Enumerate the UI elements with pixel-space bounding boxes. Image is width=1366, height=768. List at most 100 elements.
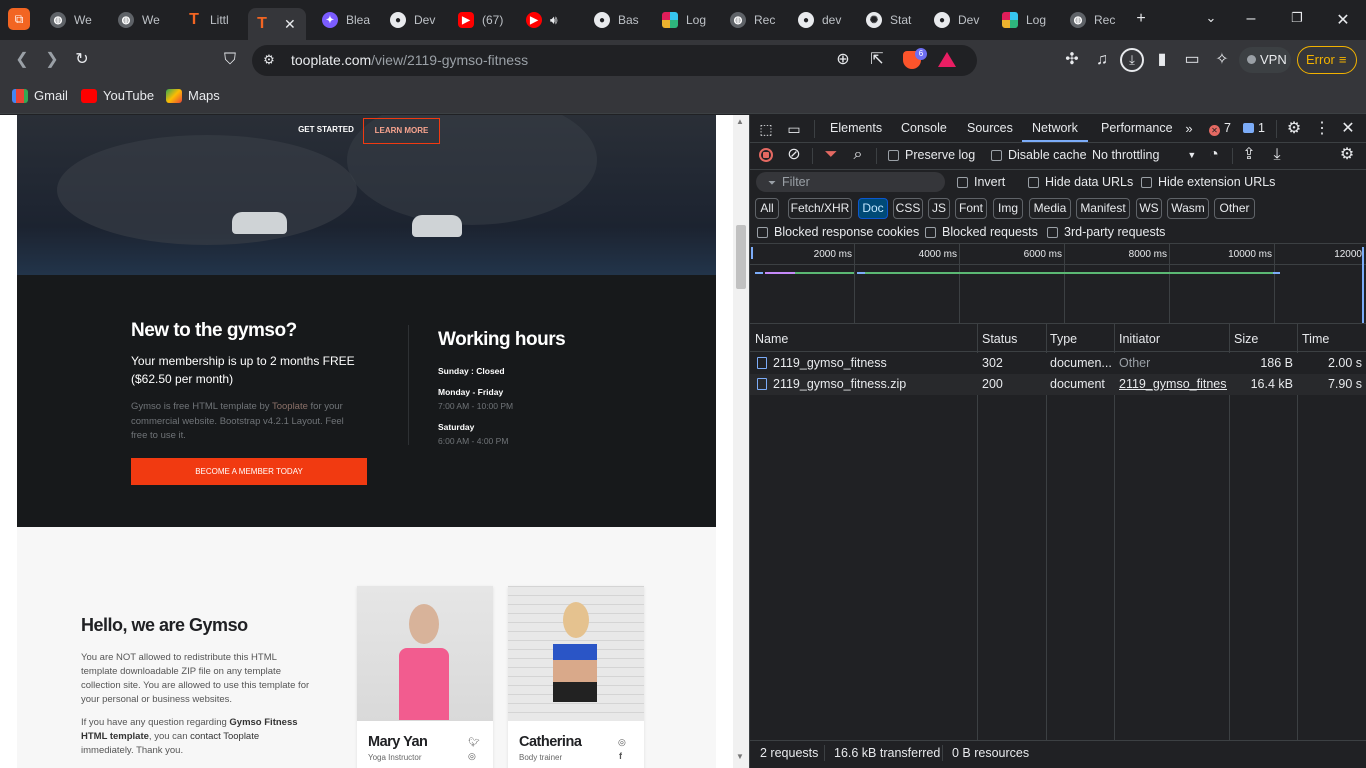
learn-more-button[interactable]: LEARN MORE: [363, 118, 440, 144]
filter-ws[interactable]: WS: [1136, 198, 1162, 219]
speaker-icon[interactable]: 🔊︎: [550, 13, 558, 28]
col-type[interactable]: Type: [1050, 332, 1077, 346]
col-name[interactable]: Name: [755, 332, 788, 346]
filter-fetch-xhr[interactable]: Fetch/XHR: [788, 198, 852, 219]
tab-14[interactable]: Log: [1002, 8, 1052, 32]
bookmark-youtube[interactable]: YouTube: [81, 88, 154, 103]
more-options-icon[interactable]: ⋮: [1313, 119, 1331, 139]
tab-search-chevron-icon[interactable]: ⌄: [1201, 10, 1221, 26]
minimize-icon[interactable]: –: [1241, 10, 1261, 28]
trainer-card-mary[interactable]: Mary Yan Yoga Instructor 🐦︎ ◎: [357, 586, 493, 768]
error-button[interactable]: Error ≡: [1297, 46, 1357, 74]
error-count[interactable]: ✕ 7: [1209, 121, 1231, 136]
extensions-icon[interactable]: ✣: [1062, 50, 1082, 70]
tab-4[interactable]: ✦ Blea: [322, 8, 372, 32]
downloads-icon[interactable]: ⤓: [1120, 48, 1144, 72]
page-scrollbar-thumb[interactable]: [736, 225, 746, 289]
hide-data-urls-checkbox[interactable]: Hide data URLs: [1028, 175, 1133, 189]
contact-tooplate-link[interactable]: contact Tooplate: [190, 731, 259, 742]
tab-sources[interactable]: Sources: [967, 121, 1013, 135]
bookmark-gmail[interactable]: Gmail: [12, 88, 68, 103]
search-icon[interactable]: ⌕: [849, 145, 867, 165]
filter-font[interactable]: Font: [955, 198, 987, 219]
tab-0[interactable]: ◍ We: [50, 8, 100, 32]
filter-doc[interactable]: Doc: [858, 198, 888, 219]
new-tab-icon[interactable]: +: [1131, 10, 1151, 28]
record-icon[interactable]: [759, 148, 773, 162]
blocked-cookies-checkbox[interactable]: Blocked response cookies: [757, 225, 919, 239]
settings-gear-icon[interactable]: ⚙: [1285, 119, 1303, 139]
hide-extension-urls-checkbox[interactable]: Hide extension URLs: [1141, 175, 1275, 189]
timeline-selection-left[interactable]: [751, 247, 753, 259]
tab-12[interactable]: ✺ Stat: [866, 8, 916, 32]
filter-input[interactable]: ⏷ Filter: [756, 172, 945, 192]
media-icon[interactable]: ♫: [1092, 50, 1112, 70]
filter-img[interactable]: Img: [993, 198, 1023, 219]
restore-icon[interactable]: ❐: [1287, 10, 1307, 26]
filter-js[interactable]: JS: [928, 198, 950, 219]
devtools-split-handle[interactable]: [749, 115, 750, 768]
tab-network[interactable]: Network: [1032, 121, 1078, 135]
tab-console[interactable]: Console: [901, 121, 947, 135]
close-window-icon[interactable]: ✕: [1333, 10, 1353, 30]
site-settings-icon[interactable]: ⚙: [259, 50, 279, 70]
tab-8[interactable]: ● Bas: [594, 8, 644, 32]
filter-media[interactable]: Media: [1029, 198, 1071, 219]
filter-manifest[interactable]: Manifest: [1076, 198, 1130, 219]
close-devtools-icon[interactable]: ✕: [1339, 119, 1357, 139]
blocked-requests-checkbox[interactable]: Blocked requests: [925, 225, 1038, 239]
tab-elements[interactable]: Elements: [830, 121, 882, 135]
network-conditions-icon[interactable]: ◔: [1205, 145, 1223, 165]
get-started-button[interactable]: GET STARTED: [284, 126, 368, 144]
tab-9[interactable]: Log: [662, 8, 712, 32]
tab-5[interactable]: ● Dev: [390, 8, 440, 32]
tab-1[interactable]: ◍ We: [118, 8, 168, 32]
disable-cache-checkbox[interactable]: Disable cache: [991, 148, 1087, 162]
tooplate-link[interactable]: Tooplate: [272, 401, 308, 412]
tab-11[interactable]: ● dev: [798, 8, 848, 32]
brave-rewards-icon[interactable]: [938, 52, 956, 67]
tab-performance[interactable]: Performance: [1101, 121, 1173, 135]
leo-ai-icon[interactable]: ✧: [1212, 50, 1232, 70]
vpn-button[interactable]: VPN: [1239, 47, 1291, 73]
forward-icon[interactable]: ❯: [42, 50, 62, 70]
brave-menu-icon[interactable]: ⧉: [8, 8, 30, 30]
invert-checkbox[interactable]: Invert: [957, 175, 1005, 189]
third-party-checkbox[interactable]: 3rd-party requests: [1047, 225, 1165, 239]
zoom-icon[interactable]: ⊕: [833, 50, 853, 70]
tab-2[interactable]: T Littl: [186, 8, 236, 32]
url-text[interactable]: tooplate.com/view/2119-gymso-fitness: [291, 52, 528, 68]
export-har-icon[interactable]: ⤓: [1268, 145, 1286, 165]
tab-3-active[interactable]: T ✕: [248, 8, 306, 40]
filter-wasm[interactable]: Wasm: [1167, 198, 1209, 219]
back-icon[interactable]: ❮: [12, 50, 32, 70]
tab-13[interactable]: ● Dev: [934, 8, 984, 32]
instagram-icon[interactable]: ◎: [468, 751, 476, 762]
trainer-card-catherina[interactable]: Catherina Body trainer ◎ f: [508, 586, 644, 768]
col-status[interactable]: Status: [982, 332, 1017, 346]
web-page-viewport[interactable]: GET STARTED LEARN MORE New to the gymso?…: [0, 115, 749, 768]
reload-icon[interactable]: ↻: [72, 50, 92, 70]
timeline-selection-right[interactable]: [1362, 247, 1364, 323]
filter-all[interactable]: All: [755, 198, 779, 219]
throttling-select[interactable]: No throttling ▼: [1092, 148, 1196, 162]
twitter-icon[interactable]: 🐦︎: [468, 737, 479, 748]
tab-15[interactable]: ◍ Rec: [1070, 8, 1120, 32]
scroll-up-icon[interactable]: ▲: [736, 117, 744, 126]
bookmark-icon[interactable]: ⛉: [220, 50, 240, 70]
scroll-down-icon[interactable]: ▼: [736, 752, 744, 761]
inspect-element-icon[interactable]: ⬚: [757, 119, 775, 139]
page-scrollbar[interactable]: [733, 115, 749, 768]
instagram-icon[interactable]: ◎: [618, 737, 626, 748]
col-initiator[interactable]: Initiator: [1119, 332, 1160, 346]
tab-6[interactable]: ▶ (67): [458, 8, 508, 32]
tab-close-icon[interactable]: ✕: [284, 16, 296, 33]
request-name[interactable]: 2119_gymso_fitness.zip: [773, 377, 973, 391]
wallet-icon[interactable]: ▭: [1182, 50, 1202, 70]
request-name[interactable]: 2119_gymso_fitness: [773, 356, 973, 370]
device-toolbar-icon[interactable]: ▭: [785, 119, 803, 139]
filter-css[interactable]: CSS: [893, 198, 923, 219]
import-har-icon[interactable]: ⇪: [1240, 145, 1258, 165]
sidebar-icon[interactable]: ▮: [1152, 50, 1172, 70]
tab-10[interactable]: ◍ Rec: [730, 8, 780, 32]
